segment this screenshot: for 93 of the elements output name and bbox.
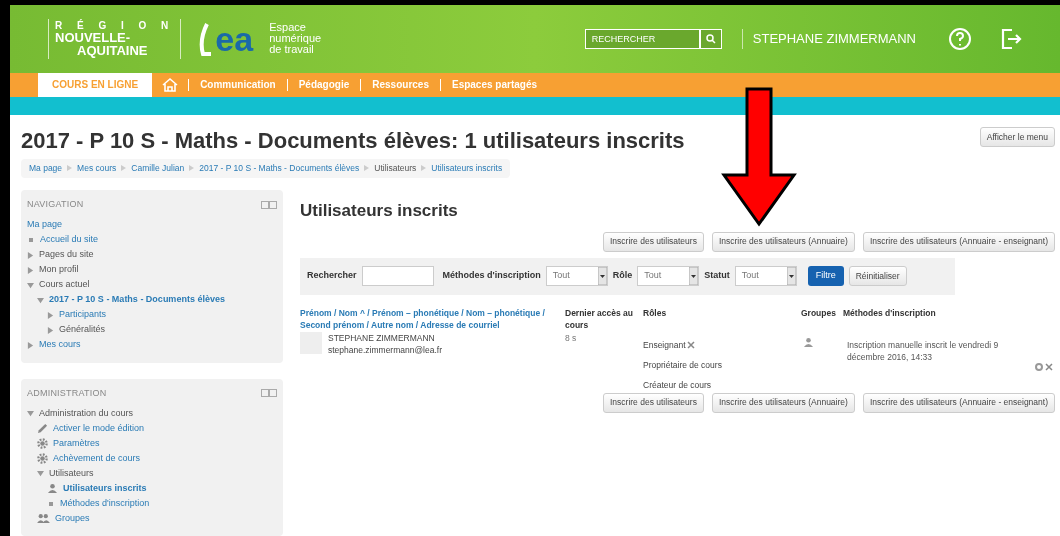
enrolment-cell-text: Inscription manuelle inscrit le vendredi 9 décembre 2016, 14:33 xyxy=(847,338,1000,363)
enrol-users-button[interactable]: Inscrire des utilisateurs (Annuaire - enseignant) xyxy=(862,231,1055,252)
tree-item[interactable]: Participants xyxy=(59,308,107,322)
tree-item[interactable]: Généralités xyxy=(59,323,106,337)
dropdown-icon xyxy=(597,267,607,285)
filter-button[interactable]: Filtre xyxy=(807,266,844,286)
logo-text: R É G I O N xyxy=(55,20,175,31)
user-icon[interactable] xyxy=(803,336,814,348)
separator-icon xyxy=(121,165,127,172)
tree-item[interactable]: Groupes xyxy=(55,511,90,526)
search-button[interactable] xyxy=(699,28,722,49)
logout-icon[interactable] xyxy=(1000,26,1022,51)
tagline-text: de travail xyxy=(269,44,314,56)
column-header: Méthodes d'inscription xyxy=(843,306,937,320)
dock-icon[interactable] xyxy=(261,200,277,209)
tree-item[interactable]: Activer le mode édition xyxy=(53,421,145,436)
role-cell: Créateur de cours xyxy=(643,378,712,391)
bullet-icon xyxy=(49,501,53,506)
lea-logo: ea xyxy=(215,21,254,56)
page-title: 2017 - P 10 S - Maths - Documents élèves: 1 utilisateurs inscrits xyxy=(21,127,685,155)
enrol-users-button[interactable]: Inscrire des utilisateurs xyxy=(602,231,704,252)
expanded-arrow-icon xyxy=(27,410,34,417)
column-header: Dernier accès au cours xyxy=(565,306,635,331)
tree-item[interactable]: Méthodes d'inscription xyxy=(60,496,150,511)
pencil-icon xyxy=(37,423,48,434)
filter-select[interactable]: Tout xyxy=(545,266,608,286)
collapsed-arrow-icon xyxy=(27,341,34,349)
logo-text: NOUVELLE- xyxy=(55,30,132,44)
breadcrumb-link[interactable]: 2017 - P 10 S - Maths - Documents élèves xyxy=(199,161,360,175)
breadcrumb-link[interactable]: Camille Julian xyxy=(131,161,185,175)
tree-item[interactable]: Utilisateurs inscrits xyxy=(63,481,147,496)
tree-item[interactable]: Paramètres xyxy=(53,436,100,451)
help-icon[interactable] xyxy=(948,26,972,51)
block-title: NAVIGATION xyxy=(27,198,84,211)
column-header: Groupes xyxy=(801,306,837,320)
remove-icon[interactable] xyxy=(1045,362,1053,371)
user-name-cell-text: STEPHANE ZIMMERMANN xyxy=(328,331,436,344)
gear-icon[interactable] xyxy=(1035,362,1043,371)
dock-icon[interactable] xyxy=(261,389,277,398)
filter-label: Statut xyxy=(704,269,730,283)
filter-select[interactable]: Tout xyxy=(734,266,797,286)
block-title: ADMINISTRATION xyxy=(27,386,107,400)
user-email-cell: stephane.zimmermann@lea.fr xyxy=(328,343,442,356)
separator-icon xyxy=(364,165,370,172)
filter-label: Rôle xyxy=(612,269,633,283)
separator-icon xyxy=(421,165,427,172)
breadcrumb-link[interactable]: Mes cours xyxy=(77,161,117,175)
filter-select[interactable]: Tout xyxy=(637,266,700,286)
column-header: Rôles xyxy=(643,306,668,320)
dropdown-icon xyxy=(689,267,699,285)
tree-item[interactable]: 2017 - P 10 S - Maths - Documents élèves xyxy=(49,293,225,307)
search-icon xyxy=(705,33,716,44)
enrol-users-button[interactable]: Inscrire des utilisateurs (Annuaire - enseignant) xyxy=(862,392,1055,413)
gear-icon xyxy=(37,438,48,449)
tree-item[interactable]: Achèvement de cours xyxy=(53,451,141,466)
tree-item[interactable]: Administration du cours xyxy=(39,406,134,421)
tree-item[interactable]: Pages du site xyxy=(39,248,94,262)
last-access-cell-text: 8 s xyxy=(565,331,578,345)
show-menu-button[interactable]: Afficher le menu xyxy=(979,127,1055,148)
tree-item[interactable]: Mon profil xyxy=(39,263,79,277)
tree-item[interactable]: Mes cours xyxy=(39,338,81,352)
breadcrumb-link[interactable]: Utilisateurs inscrits xyxy=(431,161,503,175)
section-title: Utilisateurs inscrits xyxy=(300,200,459,222)
remove-icon[interactable] xyxy=(686,340,695,349)
tree-item[interactable]: Cours actuel xyxy=(39,278,90,292)
gear-icon xyxy=(37,453,48,464)
dropdown-icon xyxy=(786,267,796,285)
enrol-users-button[interactable]: Inscrire des utilisateurs xyxy=(602,392,704,413)
tagline-text: Espace xyxy=(269,22,306,34)
tree-item[interactable]: Utilisateurs xyxy=(49,466,94,481)
tree-item[interactable]: Ma page xyxy=(27,218,63,232)
filter-label: Rechercher xyxy=(307,269,357,283)
search-field[interactable]: RECHERCHER xyxy=(584,28,700,49)
logo-text: AQUITAINE xyxy=(76,43,149,57)
bullet-icon xyxy=(29,238,33,242)
expanded-arrow-icon xyxy=(37,470,44,477)
search-input[interactable] xyxy=(361,266,434,286)
column-header[interactable]: Prénom / Nom ^ / Prénom – phonétique / Nom – phonétique / Second prénom / Autre nom / Adresse de courriel xyxy=(300,306,565,331)
separator-icon xyxy=(189,165,195,172)
reset-button[interactable]: Réinitialiser xyxy=(848,266,907,286)
users-icon xyxy=(37,513,50,524)
enrol-users-button[interactable]: Inscrire des utilisateurs (Annuaire) xyxy=(711,231,855,252)
lea-logo-mark-icon xyxy=(197,21,214,56)
role-cell: Propriétaire de cours xyxy=(643,358,722,371)
enrol-users-button[interactable]: Inscrire des utilisateurs (Annuaire) xyxy=(711,392,855,413)
user-icon xyxy=(47,483,58,494)
role-cell: Enseignant xyxy=(643,338,686,351)
home-icon[interactable] xyxy=(161,76,180,93)
tagline-text: numérique xyxy=(269,33,322,45)
tree-item[interactable]: Accueil du site xyxy=(40,233,99,247)
breadcrumb-link[interactable]: Ma page xyxy=(29,161,63,175)
separator-icon xyxy=(67,165,73,172)
filter-label: Méthodes d'inscription xyxy=(442,269,541,283)
